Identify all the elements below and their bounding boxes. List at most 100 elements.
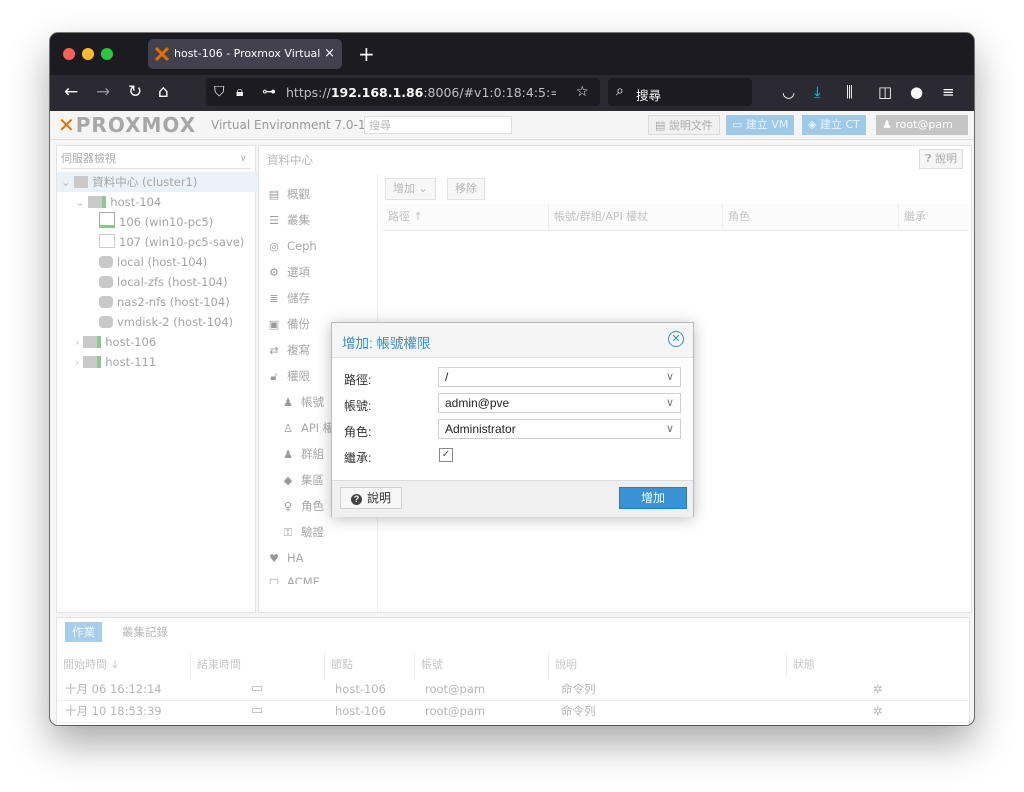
table-row[interactable]: 十月 06 16:12:14 ▭ host-106 root@pam 命令列 ✲ — [57, 678, 969, 701]
back-icon[interactable]: ← — [64, 82, 78, 102]
nav-permissions[interactable]: 🔓︎ 權限 — [267, 366, 310, 386]
nav-replication[interactable]: ⇄ 複寫 — [267, 340, 310, 360]
desktop-icon: ▭ — [251, 681, 264, 696]
spinner-icon: ✲ — [873, 682, 883, 696]
node-online-icon — [83, 336, 102, 348]
column-propagate[interactable]: 繼承 — [899, 204, 969, 230]
key-user-icon: ♙ — [283, 422, 293, 435]
certificate-icon: ▢ — [268, 576, 280, 584]
ceph-icon: ◎ — [269, 240, 279, 253]
node-online-icon — [83, 356, 102, 368]
browser-tab[interactable]: host-106 - Proxmox Virtual Envi × — [148, 39, 342, 69]
shield-icon[interactable]: ⛉ — [214, 84, 225, 100]
nav-api-tokens[interactable]: ♙ API 權 — [281, 418, 334, 438]
tab-cluster-log[interactable]: 叢集記錄 — [115, 622, 175, 642]
key-icon[interactable]: ⊶ — [262, 84, 276, 100]
nav-bar: ← → ↻ ⌂ ⛉ 🔒︎ ⊶ https://192.168.1.86:8006… — [50, 75, 974, 111]
dialog-help-button[interactable]: ? 說明 — [340, 487, 403, 509]
forward-icon[interactable]: → — [96, 82, 110, 102]
docs-button[interactable]: ▤ 說明文件 — [648, 115, 720, 135]
tab-tasks[interactable]: 作業 — [65, 622, 102, 642]
account-icon[interactable]: ● — [910, 83, 923, 101]
server-icon: ☰ — [269, 214, 279, 227]
column-path[interactable]: 路徑 ↑ — [383, 204, 549, 230]
browser-search-bar[interactable]: ⌕ 搜尋 — [608, 78, 752, 106]
chevron-down-icon[interactable]: ∨ — [666, 420, 674, 438]
content-help-button[interactable]: ❓︎ 說明 — [918, 149, 963, 169]
permissions-grid-header: 路徑 ↑ 帳號/群組/API 權杖 角色 繼承 — [383, 204, 969, 231]
add-user-permission-dialog: 增加: 帳號權限 ✕ 路徑: / ∨ 帳號: admin@pve ∨ 角色: Adm… — [331, 322, 694, 517]
lock-warning-icon[interactable]: 🔒︎ — [236, 84, 243, 100]
propagate-checkbox[interactable]: ✓ — [439, 448, 453, 462]
book-icon: ▤ — [268, 188, 280, 201]
proxmox-logo: ✕PROXMOX — [58, 113, 197, 137]
storage-icon — [99, 296, 113, 308]
create-ct-button[interactable]: ◈ 建立 CT — [802, 115, 866, 135]
chevron-down-icon[interactable]: ∨ — [666, 368, 674, 386]
nav-groups[interactable]: ♟ 群組 — [281, 444, 324, 464]
nav-cluster[interactable]: ☰ 叢集 — [267, 210, 310, 230]
minimize-window-button[interactable] — [82, 48, 94, 60]
storage-icon — [99, 256, 113, 268]
column-user[interactable]: 帳號 — [415, 652, 549, 678]
nav-options[interactable]: ⚙ 選項 — [267, 262, 310, 282]
tree-item-host-111[interactable]: › host-111 — [57, 352, 273, 372]
table-row[interactable]: 十月 10 18:53:39 ▭ host-106 root@pam 命令列 ✲ — [57, 700, 969, 723]
column-node[interactable]: 節點 — [325, 652, 415, 678]
remove-permission-button[interactable]: 移除 — [447, 178, 485, 200]
nav-roles[interactable]: ♀ 角色 — [281, 496, 324, 516]
reload-icon[interactable]: ↻ — [128, 82, 142, 102]
column-user-group-token[interactable]: 帳號/群組/API 權杖 — [549, 204, 723, 230]
column-status[interactable]: 狀態 — [787, 652, 969, 678]
nav-storage[interactable]: ≣ 儲存 — [267, 288, 310, 308]
library-icon[interactable]: ⫼ — [846, 83, 853, 101]
view-selector[interactable]: 伺服器檢視 ∨ — [61, 150, 251, 169]
role-combobox[interactable]: Administrator ∨ — [438, 419, 681, 439]
key-icon: ⚿ — [283, 526, 293, 539]
proxmox-favicon-icon — [154, 46, 170, 62]
zoom-window-button[interactable] — [101, 48, 113, 60]
new-tab-button[interactable]: + — [358, 42, 375, 66]
dialog-add-button[interactable]: 增加 — [619, 487, 687, 509]
close-window-button[interactable] — [63, 48, 75, 60]
create-vm-button[interactable]: ▭ 建立 VM — [726, 115, 795, 135]
column-start-time[interactable]: 開始時間 ↓ — [57, 652, 191, 678]
nav-users[interactable]: ♟ 帳號 — [281, 392, 324, 412]
column-end-time[interactable]: 結束時間 — [191, 652, 325, 678]
bookmark-star-icon[interactable]: ☆ — [576, 84, 589, 100]
role-label: 角色: — [344, 425, 372, 439]
url-text[interactable]: https://192.168.1.86:8006/#v1:0:18:4:5:=… — [286, 85, 556, 100]
cube-icon: ◈ — [808, 118, 820, 131]
header-search-input[interactable]: 搜尋 — [364, 116, 512, 134]
nav-backup[interactable]: ▣ 備份 — [267, 314, 310, 334]
nav-summary[interactable]: ▤ 概觀 — [267, 184, 310, 204]
url-bar[interactable]: ⛉ 🔒︎ ⊶ https://192.168.1.86:8006/#v1:0:1… — [206, 78, 600, 106]
user-menu-button[interactable]: ♟ root@pam ⌄ — [876, 115, 968, 151]
add-permission-button[interactable]: 增加 ⌄ — [385, 178, 436, 200]
nav-realms[interactable]: ⚿ 驗證 — [281, 522, 324, 542]
nav-acme[interactable]: ▢ ACME — [267, 572, 320, 584]
tab-close-icon[interactable]: × — [324, 46, 335, 61]
tree-item-datacenter[interactable]: ⌄ 資料中心 (cluster1) — [57, 172, 259, 192]
column-description[interactable]: 說明 — [549, 652, 787, 678]
nav-ha[interactable]: ♥ HA — [267, 548, 303, 568]
chevron-down-icon[interactable]: ∨ — [666, 394, 674, 412]
home-icon[interactable]: ⌂ — [158, 82, 169, 102]
datacenter-icon — [74, 176, 89, 188]
nav-ceph[interactable]: ◎ Ceph — [267, 236, 317, 256]
tags-icon: ◆ — [283, 474, 293, 487]
pocket-icon[interactable]: ◡ — [782, 83, 795, 101]
sidebar-icon[interactable]: ◫ — [878, 83, 892, 101]
spinner-icon: ✲ — [873, 704, 883, 718]
close-icon[interactable]: ✕ — [668, 331, 684, 347]
download-icon[interactable]: ⤓ — [814, 83, 821, 101]
node-online-icon — [88, 196, 107, 208]
tree-item-host-104[interactable]: ⌄ host-104 — [57, 192, 273, 212]
user-combobox[interactable]: admin@pve ∨ — [438, 393, 681, 413]
path-combobox[interactable]: / ∨ — [438, 367, 681, 387]
menu-icon[interactable]: ≡ — [942, 83, 955, 101]
nav-pools[interactable]: ◆ 集區 — [281, 470, 324, 490]
tree-item-host-106[interactable]: › host-106 — [57, 332, 273, 352]
column-role[interactable]: 角色 — [723, 204, 899, 230]
users-icon: ♟ — [283, 448, 293, 461]
